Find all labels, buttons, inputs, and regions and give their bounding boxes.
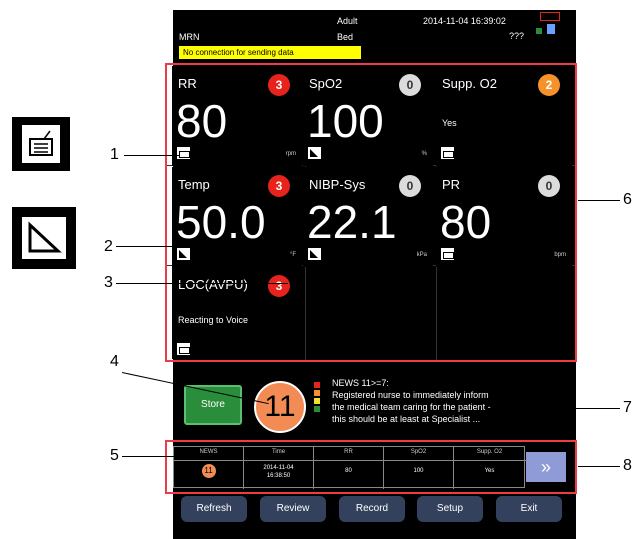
connection-icon [547, 24, 555, 34]
param-rr[interactable]: RR 3 80 rpm [172, 66, 302, 166]
datetime: 2014-11-04 16:39:02 [423, 16, 506, 26]
callout-4: 4 [110, 353, 119, 370]
review-button[interactable]: Review [260, 496, 326, 522]
score-badge: 0 [538, 175, 560, 197]
trend-time-clock: 16:38:50 [266, 473, 291, 479]
trend-cell: Yes [484, 468, 495, 474]
callout-2: 2 [104, 238, 113, 255]
trend-table[interactable]: NEWS 11 Time 2014-11-04 16:38:50 RR 80 S… [173, 446, 526, 489]
callout-3: 3 [104, 274, 113, 291]
trend-header: RR [344, 449, 353, 455]
mrn-label: MRN [179, 32, 200, 42]
record-button[interactable]: Record [339, 496, 405, 522]
news-message-line: this should be at least at Specialist ..… [332, 414, 481, 424]
keyboard-icon [177, 343, 190, 355]
keyboard-icon [22, 125, 60, 163]
param-spo2[interactable]: SpO2 0 100 % [303, 66, 433, 166]
refresh-button[interactable]: Refresh [181, 496, 247, 522]
trend-cell: 100 [413, 468, 424, 474]
trend-next-button[interactable]: » [526, 452, 566, 482]
trend-news-score: 11 [201, 464, 216, 478]
exit-button[interactable]: Exit [496, 496, 562, 522]
manual-entry-icon [308, 147, 321, 159]
news-message: NEWS 11>=7: Registered nurse to immediat… [332, 377, 537, 425]
setup-button[interactable]: Setup [417, 496, 483, 522]
score-badge: 3 [268, 74, 290, 96]
trend-col-rr: RR 80 [314, 447, 384, 489]
param-label: RR [178, 76, 197, 91]
manual-entry-icon [177, 248, 190, 260]
param-value: Reacting to Voice [178, 315, 249, 325]
param-value: 50.0 [176, 196, 266, 248]
keyboard-icon [441, 248, 454, 260]
param-value: Yes [442, 118, 457, 128]
param-value: 22.1 [307, 196, 397, 248]
news-message-line: the medical team caring for the patient … [332, 402, 491, 412]
param-label: LOC(AVPU) [178, 277, 248, 292]
trend-cell: 80 [345, 468, 352, 474]
callout-5: 5 [110, 447, 119, 464]
trend-col-time: Time 2014-11-04 16:38:50 [244, 447, 314, 489]
news-message-line: Registered nurse to immediately inform [332, 390, 489, 400]
param-label: Temp [178, 177, 210, 192]
trend-header: Time [271, 449, 286, 455]
trend-time-date: 2014-11-04 [263, 465, 294, 471]
score-badge: 3 [268, 275, 290, 297]
network-icon [536, 28, 542, 34]
keyboard-icon [441, 147, 454, 159]
param-label: Supp. O2 [442, 76, 497, 91]
param-unit: % [421, 151, 427, 157]
callout-6: 6 [623, 191, 632, 208]
score-badge: 2 [538, 74, 560, 96]
trend-col-supp: Supp. O2 Yes [454, 447, 525, 489]
param-label: SpO2 [309, 76, 343, 91]
param-loc[interactable]: LOC(AVPU) 3 Reacting to Voice [172, 267, 302, 359]
trend-header: NEWS [199, 449, 218, 455]
param-pr[interactable]: PR 0 80 bpm [436, 167, 572, 267]
callout-8: 8 [623, 457, 632, 474]
trend-header: Supp. O2 [476, 449, 503, 455]
param-supp-o2[interactable]: Supp. O2 2 Yes [436, 66, 572, 166]
battery-icon [540, 12, 560, 21]
param-temp[interactable]: Temp 3 50.0 °F [172, 167, 302, 267]
param-value: 80 [176, 95, 228, 147]
keyboard-icon-legend [12, 117, 70, 171]
unknown-status: ??? [509, 31, 525, 41]
trend-col-spo2: SpO2 100 [384, 447, 454, 489]
param-value: 100 [307, 95, 384, 147]
total-score: 11 [254, 381, 306, 433]
patient-type[interactable]: Adult [337, 16, 358, 26]
score-level-indicator [314, 382, 320, 416]
news-message-line: NEWS 11>=7: [332, 378, 389, 388]
param-label: PR [442, 177, 461, 192]
callout-7: 7 [623, 399, 632, 416]
trend-header: SpO2 [410, 449, 427, 455]
manual-entry-icon [308, 248, 321, 260]
trend-col-news: NEWS 11 [174, 447, 244, 489]
param-value: 80 [440, 196, 492, 248]
manual-entry-icon [22, 217, 66, 259]
score-badge: 3 [268, 175, 290, 197]
param-unit: kPa [416, 252, 427, 258]
param-unit: rpm [285, 151, 296, 157]
param-label: NIBP-Sys [309, 177, 366, 192]
connection-warning: No connection for sending data [179, 46, 361, 59]
param-unit: °F [289, 252, 296, 258]
manual-entry-icon-legend [12, 207, 76, 269]
param-nibp-sys[interactable]: NIBP-Sys 0 22.1 kPa [303, 167, 433, 267]
param-unit: bpm [554, 252, 566, 258]
keyboard-icon [177, 147, 190, 159]
score-badge: 0 [399, 175, 421, 197]
score-badge: 0 [399, 74, 421, 96]
callout-1: 1 [110, 146, 119, 163]
bed-label: Bed [337, 32, 354, 42]
